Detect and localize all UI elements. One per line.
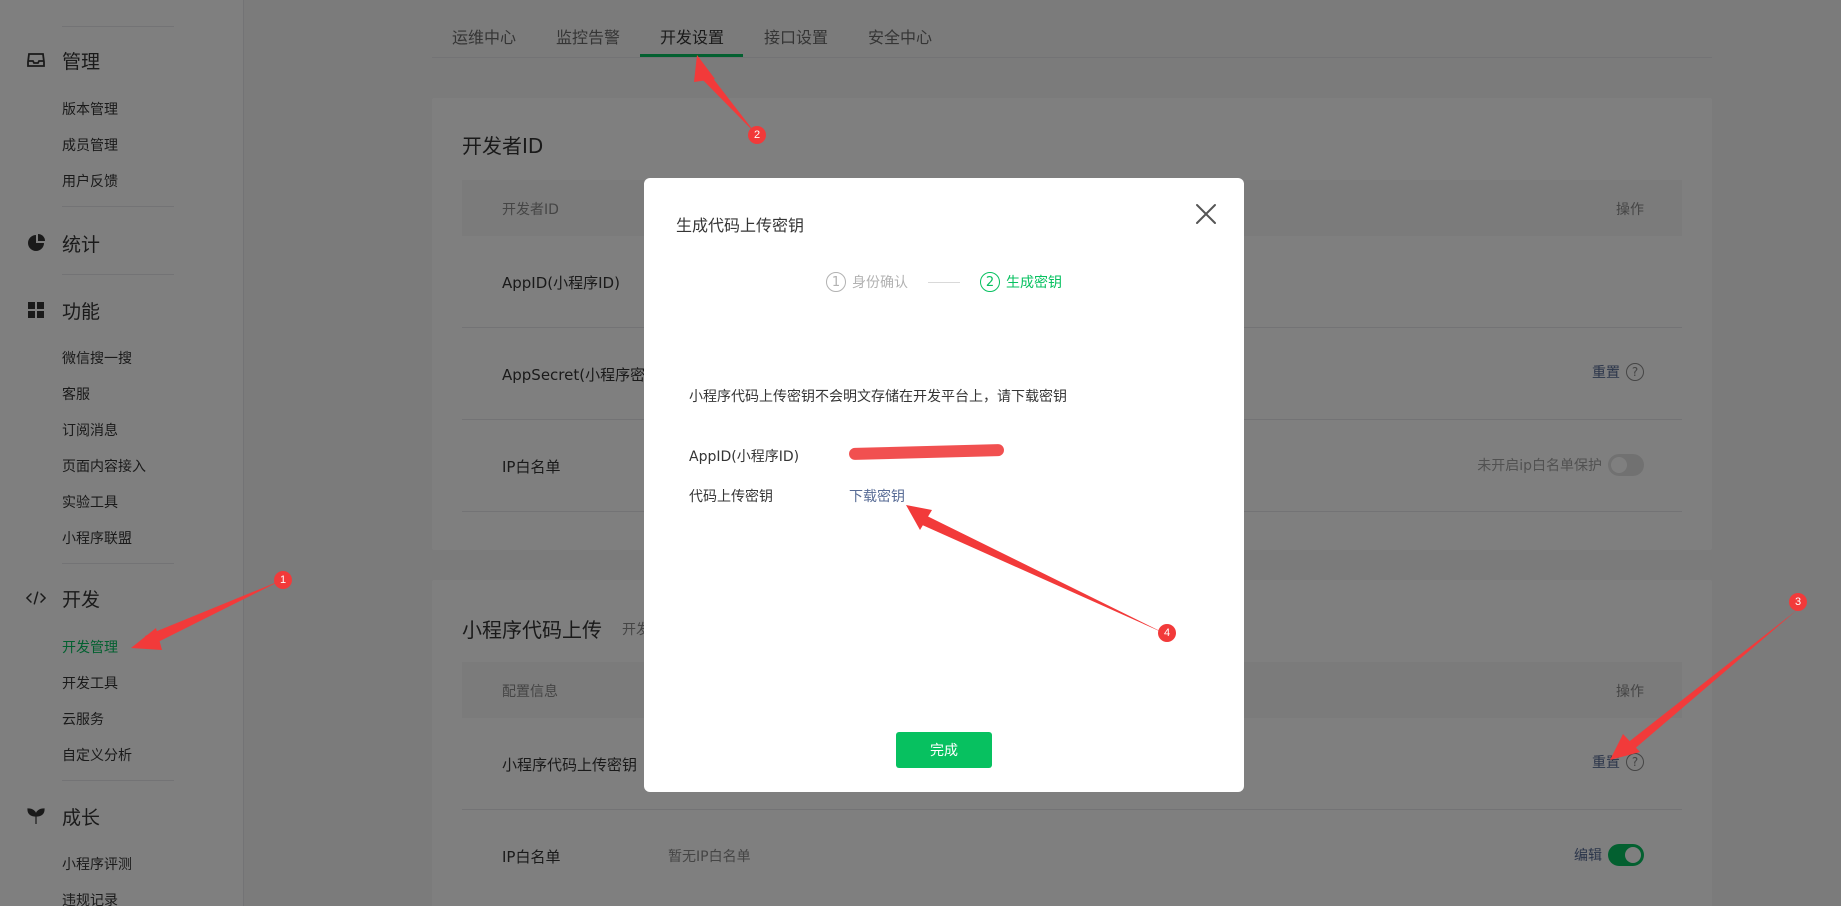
done-button[interactable]: 完成: [896, 732, 992, 768]
annotation-badge: 2: [748, 126, 766, 144]
download-key-link[interactable]: 下载密钥: [849, 486, 905, 506]
step-label: 身份确认: [852, 275, 908, 291]
step-connector: [928, 281, 960, 283]
dialog-description: 小程序代码上传密钥不会明文存储在开发平台上，请下载密钥: [689, 389, 1067, 405]
step-number: 1: [826, 272, 846, 292]
appid-label: AppID(小程序ID): [689, 449, 800, 465]
redacted-appid: [848, 443, 1005, 461]
step-identity: 1 身份确认: [826, 272, 908, 292]
step-number: 2: [980, 272, 1000, 292]
annotation-badge: 1: [274, 571, 292, 589]
generate-key-dialog: 生成代码上传密钥 1 身份确认 2 生成密钥 小程序代码上传密钥不会明文存储在开…: [644, 178, 1244, 792]
dialog-title: 生成代码上传密钥: [676, 216, 805, 235]
annotation-badge: 4: [1158, 624, 1176, 642]
step-generate: 2 生成密钥: [980, 272, 1062, 292]
step-indicator: 1 身份确认 2 生成密钥: [644, 272, 1244, 292]
step-label: 生成密钥: [1006, 275, 1062, 291]
annotation-badge: 3: [1789, 593, 1807, 611]
close-icon[interactable]: [1192, 200, 1220, 228]
upload-key-label: 代码上传密钥: [689, 489, 773, 505]
